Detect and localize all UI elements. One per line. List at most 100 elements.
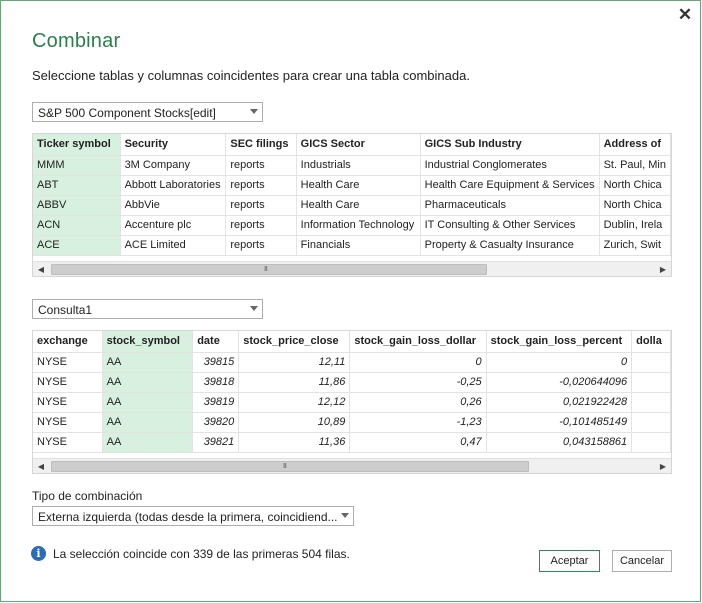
table-header-row: Ticker symbol Security SEC filings GICS Sec… bbox=[33, 134, 671, 156]
second-table-preview: exchange stock_symbol date stock_price_clos… bbox=[32, 330, 672, 474]
table-cell: NYSE bbox=[33, 412, 103, 433]
table-cell: NYSE bbox=[33, 392, 103, 413]
table-cell: 39819 bbox=[192, 392, 240, 413]
table-cell: reports bbox=[225, 175, 297, 196]
table-row: NYSE AA 39820 10,89 -1,23 -0,101485149 bbox=[33, 412, 671, 433]
table-cell: -0,020644096 bbox=[486, 372, 633, 393]
scroll-left-icon[interactable]: ◀ bbox=[33, 262, 49, 276]
table-cell: ACN bbox=[33, 215, 121, 236]
table-cell: 0 bbox=[349, 352, 487, 373]
table-cell: MMM bbox=[33, 155, 121, 176]
table-cell: AA bbox=[102, 372, 194, 393]
table-cell: ACE Limited bbox=[120, 235, 227, 256]
table-row: ACN Accenture plc reports Information Techn… bbox=[33, 215, 671, 236]
table-row: ACE ACE Limited reports Financials Property … bbox=[33, 235, 671, 256]
table-cell: NYSE bbox=[33, 352, 103, 373]
ok-button[interactable]: Aceptar bbox=[539, 550, 600, 572]
table-cell bbox=[631, 372, 671, 393]
table-cell: AA bbox=[102, 392, 194, 413]
column-header[interactable]: Security bbox=[120, 134, 227, 156]
table-cell: NYSE bbox=[33, 432, 103, 453]
first-table-dropdown-value: S&P 500 Component Stocks[edit] bbox=[38, 106, 216, 120]
table-cell: 39815 bbox=[192, 352, 240, 373]
column-header[interactable]: Ticker symbol bbox=[33, 134, 121, 156]
table-cell: 12,11 bbox=[238, 352, 351, 373]
column-header[interactable]: stock_gain_loss_dollar bbox=[349, 331, 487, 353]
table-cell: ABT bbox=[33, 175, 121, 196]
second-table-dropdown[interactable]: Consulta1 bbox=[32, 299, 263, 319]
table-cell: Health Care bbox=[296, 195, 421, 216]
column-header[interactable]: stock_symbol bbox=[102, 331, 194, 353]
table-cell: NYSE bbox=[33, 372, 103, 393]
table-row: NYSE AA 39821 11,36 0,47 0,043158861 bbox=[33, 432, 671, 453]
column-header[interactable]: stock_gain_loss_percent bbox=[486, 331, 633, 353]
grip-icon: III bbox=[283, 463, 287, 470]
column-header[interactable]: GICS Sub Industry bbox=[420, 134, 600, 156]
table-cell: 10,89 bbox=[238, 412, 351, 433]
first-table-grid: Ticker symbol Security SEC filings GICS Sec… bbox=[33, 134, 671, 256]
second-table-scrollbar[interactable]: ◀ III ▶ bbox=[33, 458, 671, 473]
scrollbar-thumb[interactable]: III bbox=[51, 461, 529, 472]
table-cell: 0,26 bbox=[349, 392, 487, 413]
table-cell: Health Care bbox=[296, 175, 421, 196]
table-cell: Accenture plc bbox=[120, 215, 227, 236]
table-row: ABT Abbott Laboratories reports Health Care… bbox=[33, 175, 671, 196]
table-cell: Zurich, Swit bbox=[599, 235, 671, 256]
table-cell bbox=[631, 392, 671, 413]
first-table-dropdown[interactable]: S&P 500 Component Stocks[edit] bbox=[32, 102, 263, 122]
table-cell: Industrials bbox=[296, 155, 421, 176]
table-cell: ABBV bbox=[33, 195, 121, 216]
table-cell bbox=[631, 412, 671, 433]
table-cell: IT Consulting & Other Services bbox=[420, 215, 600, 236]
first-table-scrollbar[interactable]: ◀ III ▶ bbox=[33, 261, 671, 276]
table-cell: AA bbox=[102, 412, 194, 433]
scroll-right-icon[interactable]: ▶ bbox=[655, 459, 671, 473]
table-cell: -0,101485149 bbox=[486, 412, 633, 433]
table-cell: North Chica bbox=[599, 175, 671, 196]
table-cell: reports bbox=[225, 215, 297, 236]
table-cell: 39818 bbox=[192, 372, 240, 393]
merge-dialog: ✕ Combinar Seleccione tablas y columnas … bbox=[0, 0, 701, 602]
table-cell: Information Technology bbox=[296, 215, 421, 236]
cancel-button[interactable]: Cancelar bbox=[612, 550, 672, 572]
table-cell: Financials bbox=[296, 235, 421, 256]
join-kind-dropdown[interactable]: Externa izquierda (todas desde la primer… bbox=[32, 506, 354, 526]
first-table-preview: Ticker symbol Security SEC filings GICS Sec… bbox=[32, 133, 672, 277]
table-cell: reports bbox=[225, 235, 297, 256]
table-cell: 0,043158861 bbox=[486, 432, 633, 453]
chevron-down-icon bbox=[341, 513, 349, 518]
table-row: NYSE AA 39815 12,11 0 0 bbox=[33, 352, 671, 373]
table-cell: reports bbox=[225, 155, 297, 176]
table-cell: reports bbox=[225, 195, 297, 216]
table-cell: Property & Casualty Insurance bbox=[420, 235, 600, 256]
column-header[interactable]: SEC filings bbox=[225, 134, 297, 156]
scroll-right-icon[interactable]: ▶ bbox=[655, 262, 671, 276]
table-cell: -1,23 bbox=[349, 412, 487, 433]
table-row: ABBV AbbVie reports Health Care Pharmaceutic… bbox=[33, 195, 671, 216]
close-icon[interactable]: ✕ bbox=[675, 5, 695, 25]
table-cell: Pharmaceuticals bbox=[420, 195, 600, 216]
scroll-left-icon[interactable]: ◀ bbox=[33, 459, 49, 473]
column-header[interactable]: exchange bbox=[33, 331, 103, 353]
table-cell: 12,12 bbox=[238, 392, 351, 413]
table-cell: 0 bbox=[486, 352, 633, 373]
info-icon: i bbox=[31, 546, 46, 561]
table-cell: ACE bbox=[33, 235, 121, 256]
column-header[interactable]: stock_price_close bbox=[238, 331, 351, 353]
table-cell: 3M Company bbox=[120, 155, 227, 176]
column-header[interactable]: Address of bbox=[599, 134, 671, 156]
dialog-title: Combinar bbox=[32, 30, 121, 52]
table-cell: 11,86 bbox=[238, 372, 351, 393]
dialog-subtitle: Seleccione tablas y columnas coincidente… bbox=[32, 68, 470, 83]
match-status-message: La selección coincide con 339 de las pri… bbox=[53, 547, 350, 561]
column-header[interactable]: date bbox=[192, 331, 240, 353]
column-header[interactable]: dolla bbox=[631, 331, 671, 353]
table-cell: -0,25 bbox=[349, 372, 487, 393]
table-row: NYSE AA 39819 12,12 0,26 0,021922428 bbox=[33, 392, 671, 413]
scrollbar-thumb[interactable]: III bbox=[51, 264, 487, 275]
table-cell: Health Care Equipment & Services bbox=[420, 175, 600, 196]
table-cell: AA bbox=[102, 432, 194, 453]
table-cell: AA bbox=[102, 352, 194, 373]
table-cell: 0,021922428 bbox=[486, 392, 633, 413]
column-header[interactable]: GICS Sector bbox=[296, 134, 421, 156]
